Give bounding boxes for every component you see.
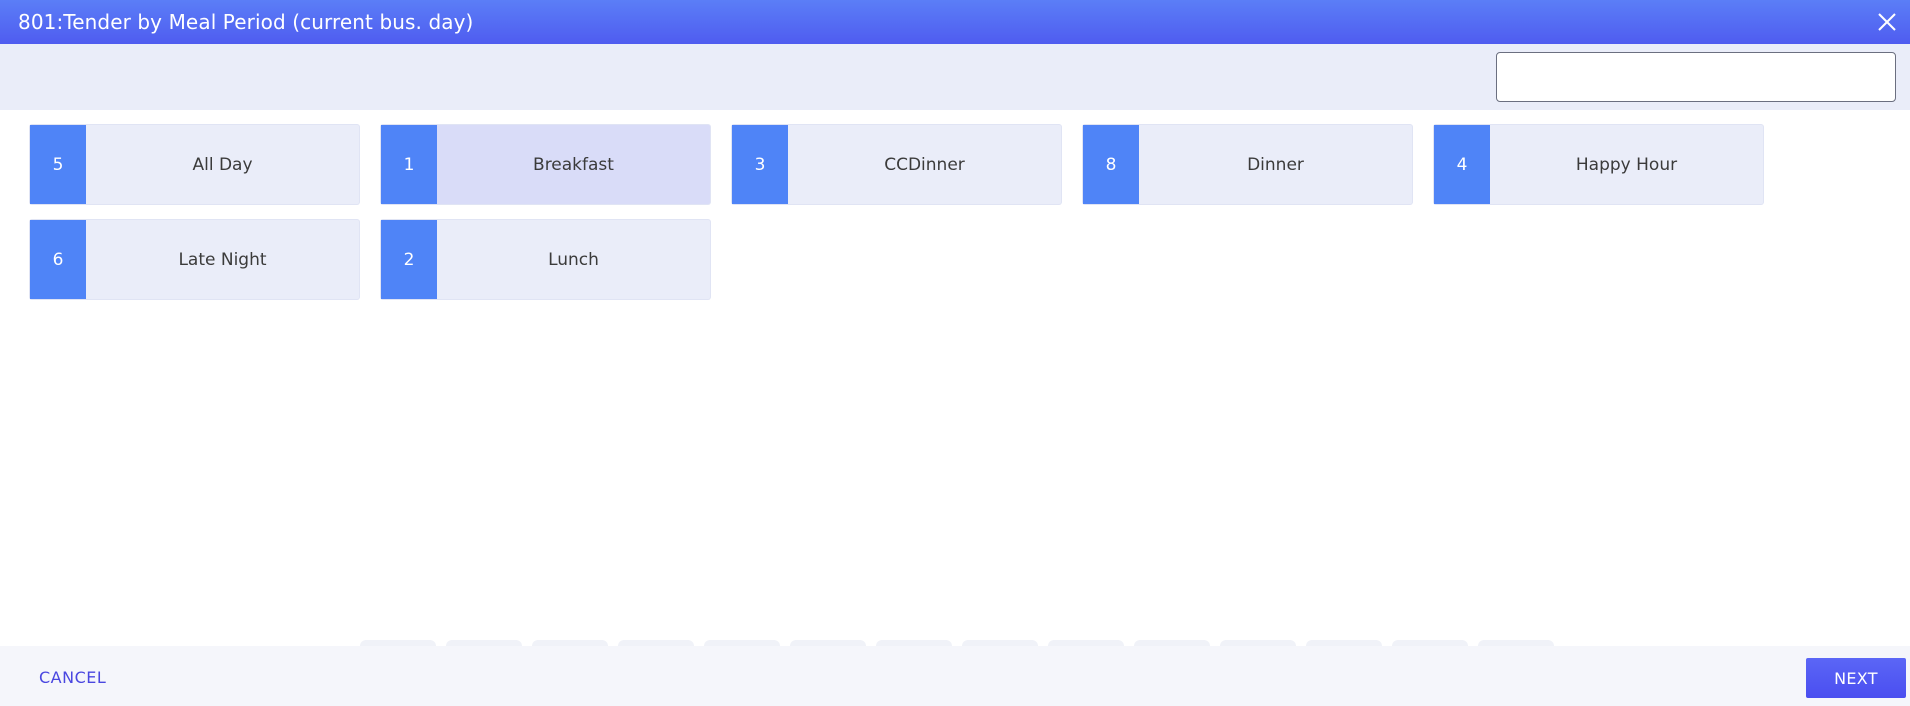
meal-period-number: 2 [381,220,437,299]
meal-period-tile-happy-hour[interactable]: 4 Happy Hour [1434,125,1763,204]
title-bar: 801:Tender by Meal Period (current bus. … [0,0,1910,44]
cancel-button[interactable]: CANCEL [39,668,106,687]
meal-period-label: Lunch [548,249,599,270]
meal-period-label: Breakfast [533,154,614,175]
meal-period-label: CCDinner [884,154,965,175]
meal-period-label: Dinner [1247,154,1304,175]
meal-period-tile-ccdinner[interactable]: 3 CCDinner [732,125,1061,204]
meal-period-number: 5 [30,125,86,204]
dialog-title: 801:Tender by Meal Period (current bus. … [18,10,474,34]
meal-period-number: 6 [30,220,86,299]
meal-period-number: 8 [1083,125,1139,204]
meal-period-tile-breakfast[interactable]: 1 Breakfast [381,125,710,204]
next-button[interactable]: NEXT [1806,658,1906,698]
meal-period-label: Happy Hour [1575,154,1678,175]
meal-period-tile-all-day[interactable]: 5 All Day [30,125,359,204]
search-input[interactable] [1496,52,1896,102]
meal-period-number: 1 [381,125,437,204]
meal-period-label: Late Night [178,249,267,270]
meal-period-number: 3 [732,125,788,204]
meal-period-tile-late-night[interactable]: 6 Late Night [30,220,359,299]
meal-period-tile-lunch[interactable]: 2 Lunch [381,220,710,299]
close-icon[interactable] [1876,11,1898,33]
meal-period-label: All Day [192,154,253,175]
meal-period-tile-dinner[interactable]: 8 Dinner [1083,125,1412,204]
footer-bar: CANCEL NEXT [0,646,1910,706]
meal-period-number: 4 [1434,125,1490,204]
search-bar [0,44,1910,110]
